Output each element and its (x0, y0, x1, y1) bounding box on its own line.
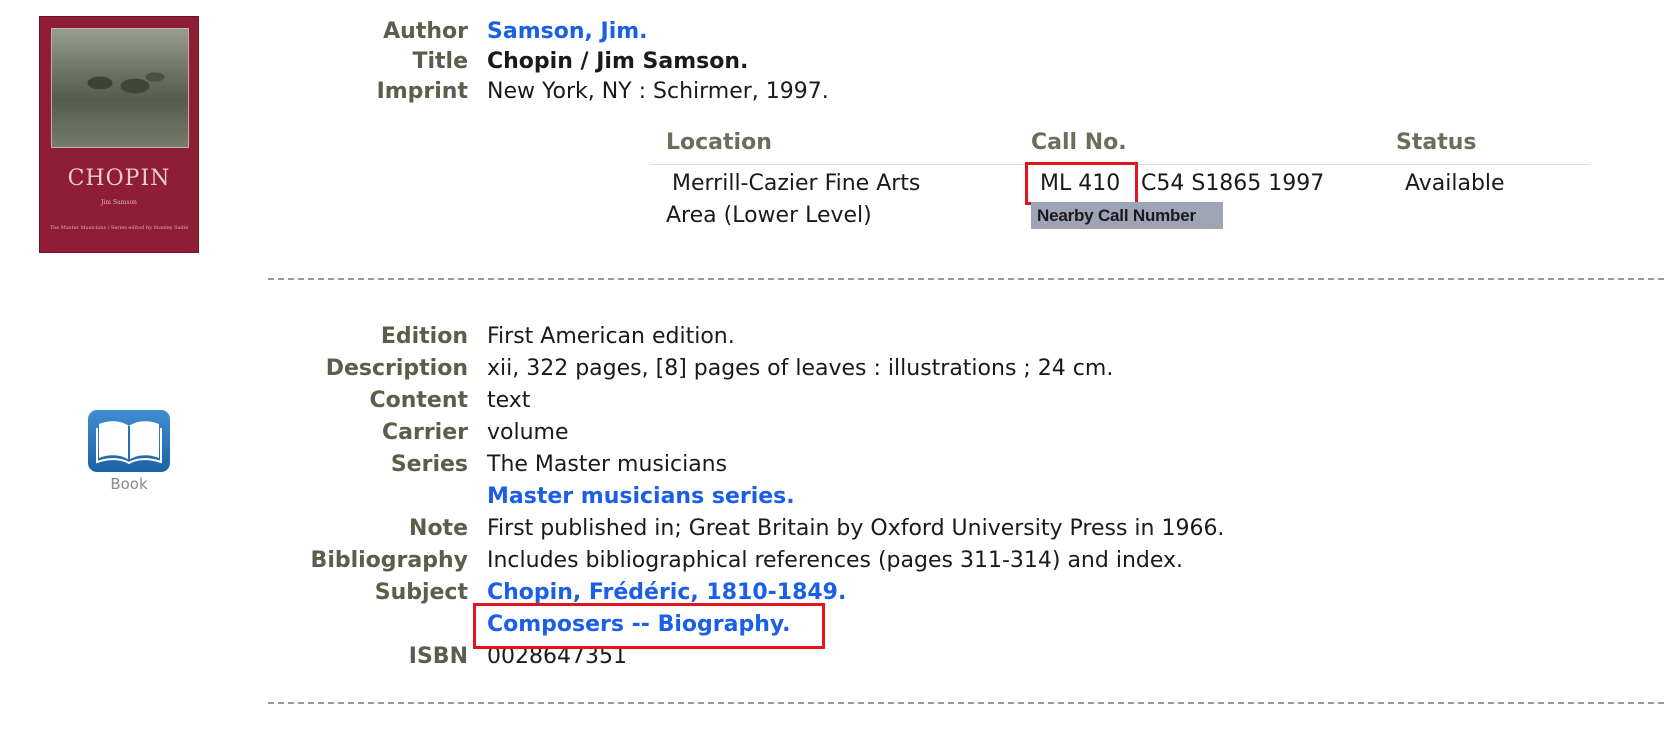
description-row: Description xii, 322 pages, [8] pages of… (0, 354, 1664, 384)
imprint-row: Imprint New York, NY : Schirmer, 1997. (0, 77, 1664, 107)
nearby-call-number-button[interactable]: Nearby Call Number (1031, 202, 1223, 229)
subject-row: Subject Chopin, Frédéric, 1810-1849. (0, 578, 1664, 608)
author-link[interactable]: Samson, Jim. (487, 17, 648, 47)
author-row: Author Samson, Jim. (0, 17, 1664, 47)
description-value: xii, 322 pages, [8] pages of leaves : il… (487, 356, 1114, 381)
isbn-label: ISBN (408, 644, 468, 669)
call-no-rest: C54 S1865 1997 (1141, 171, 1325, 196)
note-label: Note (409, 516, 468, 541)
series-link-row: Master musicians series. (0, 482, 1664, 512)
call-no-header: Call No. (1031, 130, 1127, 155)
edition-label: Edition (380, 324, 468, 349)
series-link[interactable]: Master musicians series. (487, 482, 795, 512)
call-no-highlight-box (1025, 162, 1138, 205)
title-value: Chopin / Jim Samson. (487, 49, 749, 74)
cover-series: The Master Musicians / Series edited by … (49, 225, 189, 231)
description-label: Description (325, 356, 468, 381)
imprint-value: New York, NY : Schirmer, 1997. (487, 79, 829, 104)
status-header: Status (1396, 130, 1477, 155)
bibliography-label: Bibliography (310, 548, 468, 573)
subject-row-2: Composers -- Biography. (0, 610, 1664, 640)
series-label: Series (390, 452, 468, 477)
isbn-row: ISBN 0028647351 (0, 642, 1664, 672)
cover-title: CHOPIN (67, 166, 171, 191)
carrier-label: Carrier (381, 420, 468, 445)
imprint-label: Imprint (376, 79, 468, 104)
title-label: Title (412, 49, 468, 74)
series-value: The Master musicians (487, 452, 728, 477)
edition-row: Edition First American edition. (0, 322, 1664, 352)
carrier-row: Carrier volume (0, 418, 1664, 448)
cover-author: Jim Samson (101, 199, 137, 206)
divider-bottom (268, 702, 1664, 704)
location-header: Location (666, 130, 772, 155)
content-row: Content text (0, 386, 1664, 416)
note-value: First published in; Great Britain by Oxf… (487, 516, 1225, 541)
author-label: Author (383, 19, 468, 44)
edition-value: First American edition. (487, 324, 735, 349)
content-label: Content (369, 388, 468, 413)
subject-highlight-box (473, 603, 825, 649)
content-value: text (487, 388, 531, 413)
bibliography-value: Includes bibliographical references (pag… (487, 548, 1184, 573)
note-row: Note First published in; Great Britain b… (0, 514, 1664, 544)
series-row: Series The Master musicians (0, 450, 1664, 480)
subject-label: Subject (374, 580, 468, 605)
status-value: Available (1405, 171, 1505, 196)
bibliography-row: Bibliography Includes bibliographical re… (0, 546, 1664, 576)
divider-top (268, 278, 1664, 280)
carrier-value: volume (487, 420, 569, 445)
title-row: Title Chopin / Jim Samson. (0, 47, 1664, 77)
location-line2: Area (Lower Level) (666, 203, 872, 228)
location-line1: Merrill-Cazier Fine Arts (672, 171, 921, 196)
